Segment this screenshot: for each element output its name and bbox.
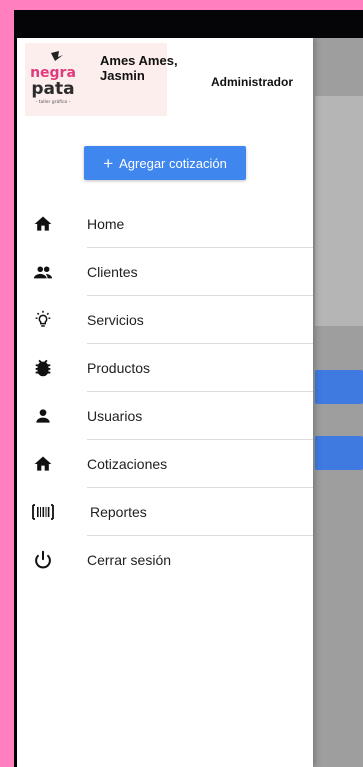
negra-pata-logo: negra pata - taller gráfico - (30, 51, 76, 105)
menu-item-label: Cerrar sesión (87, 552, 172, 568)
people-icon (31, 260, 55, 284)
user-name: Ames Ames, Jasmin (100, 53, 178, 83)
navigation-drawer: negra pata - taller gráfico - Ames Ames,… (17, 38, 313, 767)
menu-item-cotizaciones[interactable]: Cotizaciones (17, 440, 313, 488)
menu-item-label: Clientes (87, 264, 138, 280)
person-icon (31, 404, 55, 428)
home-icon (31, 212, 55, 236)
home-icon (31, 452, 55, 476)
barcode-icon (31, 500, 55, 524)
add-quotation-label: Agregar cotización (119, 155, 227, 171)
menu-item-label: Cotizaciones (87, 456, 168, 472)
menu-item-label: Servicios (87, 312, 144, 328)
menu-item-cerrar-sesion[interactable]: Cerrar sesión (17, 536, 313, 584)
menu-item-label: Productos (87, 360, 151, 376)
menu-item-servicios[interactable]: Servicios (17, 296, 313, 344)
menu-item-reportes[interactable]: Reportes (17, 488, 313, 536)
menu-item-clientes[interactable]: Clientes (17, 248, 313, 296)
background-card (315, 96, 363, 326)
user-role: Administrador (211, 75, 294, 89)
menu-item-label: Reportes (90, 504, 147, 520)
plus-icon: + (103, 153, 114, 173)
lightbulb-icon (31, 308, 55, 332)
power-icon (31, 548, 55, 572)
device-frame: negra pata - taller gráfico - Ames Ames,… (14, 10, 363, 767)
bug-icon (31, 356, 55, 380)
app-screen: negra pata - taller gráfico - Ames Ames,… (17, 38, 363, 767)
drawer-menu: Home Clientes Servicios Productos Usuari… (17, 200, 313, 584)
menu-item-label: Usuarios (87, 408, 143, 424)
background-button (315, 436, 363, 470)
background-button (315, 370, 363, 404)
svg-text:pata: pata (31, 79, 74, 99)
status-bar (14, 10, 363, 38)
menu-item-usuarios[interactable]: Usuarios (17, 392, 313, 440)
svg-text:- taller gráfico -: - taller gráfico - (36, 98, 71, 105)
drawer-header: negra pata - taller gráfico - Ames Ames,… (17, 38, 313, 118)
menu-item-productos[interactable]: Productos (17, 344, 313, 392)
menu-item-home[interactable]: Home (17, 200, 313, 248)
menu-item-label: Home (87, 216, 125, 232)
add-quotation-button[interactable]: + Agregar cotización (84, 146, 246, 180)
